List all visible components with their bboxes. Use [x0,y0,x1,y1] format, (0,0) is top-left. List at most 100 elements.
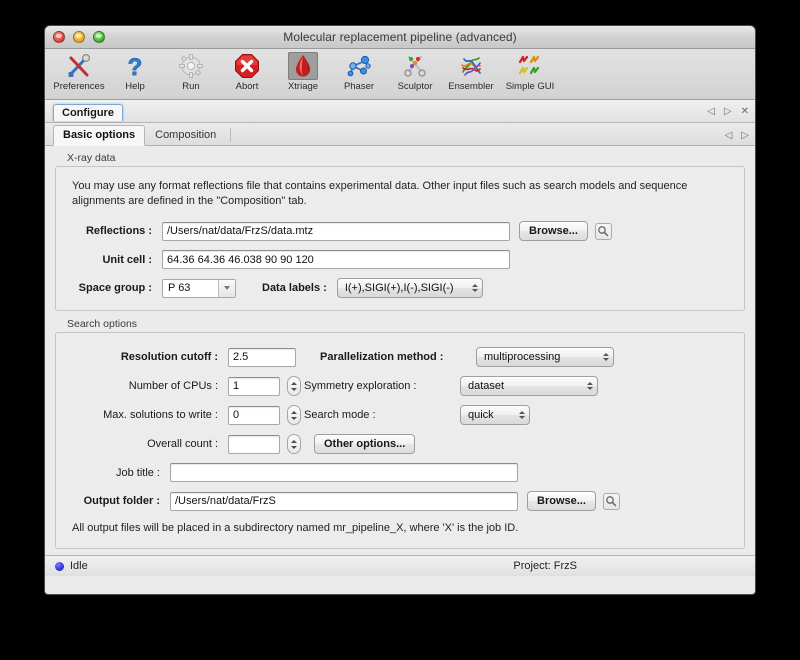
job-title-label: Job title : [70,467,160,479]
chevron-left-icon[interactable]: ◁ [725,130,733,141]
number-of-cpus-input[interactable]: 1 [228,377,280,396]
application-window: Molecular replacement pipeline (advanced… [44,25,756,595]
max-solutions-stepper[interactable] [287,405,301,425]
chevron-left-icon[interactable]: ◁ [707,106,715,117]
job-title-row: Job title : [70,463,730,482]
output-folder-browse-button[interactable]: Browse... [527,491,596,511]
toolbar-button-abort[interactable]: Abort [219,49,275,92]
window-titlebar[interactable]: Molecular replacement pipeline (advanced… [45,26,755,49]
updown-chevron-icon [511,411,525,419]
abort-icon [232,52,262,80]
window-content: Configure ◁ ▷ ✕ Basic options Compositio… [45,100,755,576]
minimize-button[interactable] [73,31,85,43]
toolbar-label: Abort [236,81,259,92]
resolution-cutoff-row: Resolution cutoff : 2.5 Parallelization … [70,347,730,367]
toolbar-label: Help [125,81,145,92]
number-of-cpus-row: Number of CPUs : 1 Symmetry exploration … [70,376,730,396]
tab-divider [230,128,231,142]
data-labels-popup[interactable]: I(+),SIGI(+),I(-),SIGI(-) [337,278,483,298]
number-of-cpus-stepper[interactable] [287,376,301,396]
xray-data-description: You may use any format reflections file … [72,179,730,209]
unit-cell-row: Unit cell : 64.36 64.36 46.038 90 90 120 [70,250,730,269]
options-panel: X-ray data You may use any format reflec… [45,146,755,555]
status-text: Idle [70,560,88,572]
output-folder-row: Output folder : /Users/nat/data/FrzS Bro… [70,491,730,511]
status-bar: Idle Project: FrzS [45,555,755,576]
max-solutions-row: Max. solutions to write : 0 Search mode … [70,405,730,425]
toolbar-button-simple-gui[interactable]: Simple GUI [499,49,561,92]
window-controls [53,31,105,43]
space-group-combobox[interactable]: P 63 [162,279,236,298]
help-icon: ? [120,52,150,80]
preferences-icon [64,52,94,80]
job-title-input[interactable] [170,463,518,482]
max-solutions-input[interactable]: 0 [228,406,280,425]
overall-count-label: Overall count : [70,438,218,450]
toolbar-label: Xtriage [288,81,318,92]
updown-chevron-icon [464,284,478,292]
updown-chevron-icon [595,353,609,361]
symmetry-exploration-popup[interactable]: dataset [460,376,598,396]
search-mode-popup[interactable]: quick [460,405,530,425]
space-group-label: Space group : [70,282,152,294]
resolution-cutoff-label: Resolution cutoff : [70,351,218,363]
toolbar-button-ensembler[interactable]: Ensembler [443,49,499,92]
xray-data-group-body: You may use any format reflections file … [55,166,745,311]
main-toolbar: Preferences ? Help [45,49,755,100]
xtriage-icon [288,52,318,80]
output-folder-input[interactable]: /Users/nat/data/FrzS [170,492,518,511]
resolution-cutoff-input[interactable]: 2.5 [228,348,296,367]
unit-cell-input[interactable]: 64.36 64.36 46.038 90 90 120 [162,250,510,269]
reflections-input[interactable]: /Users/nat/data/FrzS/data.mtz [162,222,510,241]
reflections-label: Reflections : [70,225,152,237]
parallelization-method-label: Parallelization method : [320,351,466,363]
chevron-right-icon[interactable]: ▷ [741,130,749,141]
chevron-right-icon[interactable]: ▷ [724,106,732,117]
output-folder-search-icon[interactable] [603,493,620,510]
data-labels-value: I(+),SIGI(+),I(-),SIGI(-) [345,282,454,294]
tab-basic-options[interactable]: Basic options [53,125,145,146]
toolbar-button-phaser[interactable]: Phaser [331,49,387,92]
output-folder-label: Output folder : [70,495,160,507]
toolbar-label: Phaser [344,81,374,92]
zoom-button[interactable] [93,31,105,43]
toolbar-button-run[interactable]: Run [163,49,219,92]
ensembler-icon [456,52,486,80]
configbar-nav: ◁ ▷ ✕ [707,106,749,117]
toolbar-button-help[interactable]: ? Help [107,49,163,92]
project-label: Project: FrzS [513,560,577,572]
toolbar-label: Preferences [53,81,104,92]
max-solutions-label: Max. solutions to write : [70,409,218,421]
reflections-search-icon[interactable] [595,223,612,240]
xray-data-group: X-ray data You may use any format reflec… [55,152,745,311]
tab-composition[interactable]: Composition [145,125,226,145]
tab-bar: Basic options Composition ◁ ▷ [45,123,755,146]
search-options-group: Search options Resolution cutoff : 2.5 P… [55,318,745,549]
toolbar-label: Simple GUI [506,81,555,92]
close-icon[interactable]: ✕ [741,106,749,117]
configure-tab[interactable]: Configure [53,104,123,121]
toolbar-label: Run [182,81,199,92]
toolbar-button-xtriage[interactable]: Xtriage [275,49,331,92]
xray-data-group-title: X-ray data [67,152,745,164]
configure-bar: Configure ◁ ▷ ✕ [45,100,755,123]
data-labels-label: Data labels : [262,282,327,294]
symmetry-exploration-value: dataset [468,380,504,392]
parallelization-method-popup[interactable]: multiprocessing [476,347,614,367]
toolbar-button-preferences[interactable]: Preferences [51,49,107,92]
space-group-row: Space group : P 63 Data labels : I(+),SI… [70,278,730,298]
overall-count-input[interactable] [228,435,280,454]
run-icon [176,52,206,80]
status-indicator-icon [55,562,64,571]
reflections-browse-button[interactable]: Browse... [519,221,588,241]
overall-count-stepper[interactable] [287,434,301,454]
toolbar-button-sculptor[interactable]: Sculptor [387,49,443,92]
simple-gui-icon [515,52,545,80]
number-of-cpus-label: Number of CPUs : [70,380,218,392]
close-button[interactable] [53,31,65,43]
chevron-down-icon[interactable] [218,280,235,297]
toolbar-label: Sculptor [398,81,433,92]
parallelization-method-value: multiprocessing [484,351,560,363]
tabbar-nav: ◁ ▷ [725,130,749,141]
other-options-button[interactable]: Other options... [314,434,415,454]
